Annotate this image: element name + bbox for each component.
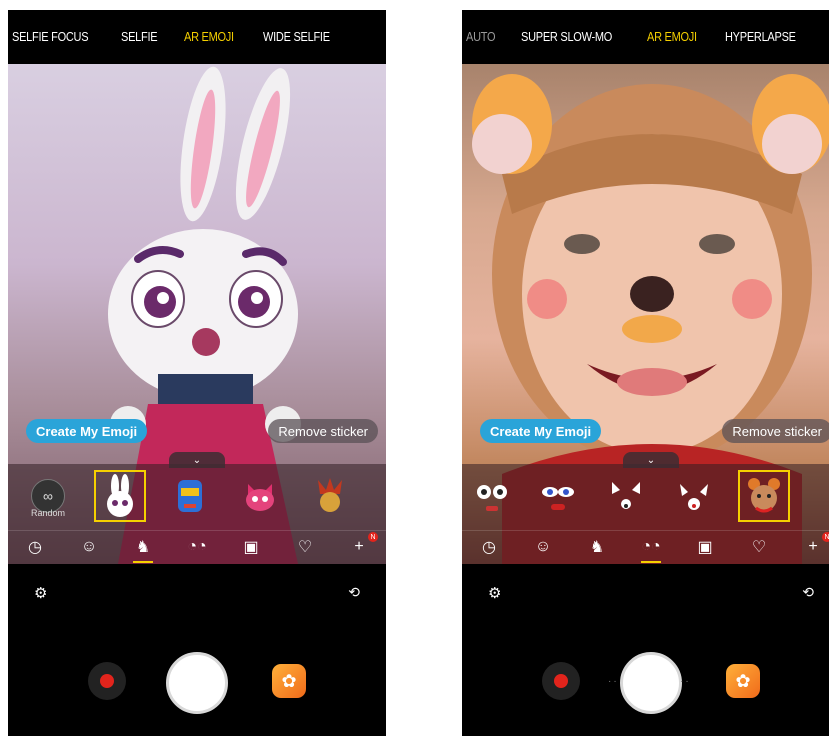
bear-dog-face-icon bbox=[748, 478, 780, 513]
create-my-emoji-button[interactable]: Create My Emoji bbox=[26, 419, 148, 443]
mode-ar-emoji[interactable]: AR EMOJI bbox=[647, 30, 697, 44]
mode-auto[interactable]: AUTO bbox=[466, 30, 496, 44]
round-eyes-face-sticker[interactable] bbox=[466, 470, 518, 522]
right-phone-screen: AUTO SUPER SLOW-MO AR EMOJI HYPERLAPSE C… bbox=[462, 10, 829, 736]
sticker-list: ∞ Random bbox=[8, 470, 386, 528]
camera-viewfinder: Create My Emoji Remove sticker ⌄ ∞ Rando… bbox=[8, 64, 386, 564]
bear-dog-face-sticker[interactable] bbox=[738, 470, 790, 522]
flower-icon: ✿ bbox=[735, 670, 751, 691]
camera-controls: ⚙ ⟲ ·· ·· ✿ bbox=[462, 566, 829, 736]
deer-face-sticker[interactable] bbox=[668, 470, 720, 522]
blue-robot-icon bbox=[178, 480, 202, 512]
create-my-emoji-button[interactable]: Create My Emoji bbox=[480, 419, 602, 443]
mode-ar-emoji[interactable]: AR EMOJI bbox=[184, 30, 234, 44]
gallery-button[interactable]: ✿ bbox=[272, 664, 306, 698]
clock-icon[interactable]: ◷ bbox=[22, 534, 48, 560]
avatar-icon[interactable]: ☺ bbox=[76, 534, 102, 560]
jester-mask-icon bbox=[318, 478, 342, 512]
mode-bar: AUTO SUPER SLOW-MO AR EMOJI HYPERLAPSE bbox=[462, 10, 829, 64]
mode-selfie-focus[interactable]: SELFIE FOCUS bbox=[12, 30, 89, 44]
switch-camera-icon[interactable]: ⟲ bbox=[348, 584, 360, 601]
gallery-button[interactable]: ✿ bbox=[726, 664, 760, 698]
switch-camera-icon[interactable]: ⟲ bbox=[802, 584, 814, 601]
signature-icon[interactable]: ♡ bbox=[292, 534, 318, 560]
pink-cat-icon bbox=[246, 484, 274, 511]
sticker-list bbox=[462, 470, 829, 528]
random-label: Random bbox=[30, 508, 66, 518]
sticker-category-bar: ◷ ☺ ♞ ◔◔ ▣ ♡ + N bbox=[8, 530, 386, 563]
random-sticker-button[interactable]: ∞ Random bbox=[22, 470, 74, 522]
deer-face-icon bbox=[680, 484, 708, 510]
signature-icon[interactable]: ♡ bbox=[746, 534, 772, 560]
dots-divider: ·· bbox=[608, 676, 619, 687]
chevron-down-icon[interactable]: ⌄ bbox=[623, 452, 679, 468]
rabbit-emoji-icon bbox=[107, 474, 133, 517]
gear-icon[interactable]: ⚙ bbox=[34, 584, 47, 602]
left-phone-screen: SELFIE FOCUS SELFIE AR EMOJI WIDE SELFIE bbox=[8, 10, 386, 736]
picture-icon[interactable]: ▣ bbox=[692, 534, 718, 560]
camera-viewfinder: Create My Emoji Remove sticker ⌄ ◷ ☺ ♞ ◔… bbox=[462, 64, 829, 564]
pink-cat-emoji-sticker[interactable] bbox=[234, 470, 286, 522]
chevron-down-icon[interactable]: ⌄ bbox=[169, 452, 225, 468]
sticker-category-bar: ◷ ☺ ♞ ◔◔ ▣ ♡ + N bbox=[462, 530, 829, 563]
dots-divider: ·· bbox=[680, 676, 691, 687]
record-button[interactable] bbox=[542, 662, 580, 700]
gear-icon[interactable]: ⚙ bbox=[488, 584, 501, 602]
jester-mask-emoji-sticker[interactable] bbox=[304, 470, 356, 522]
sleepy-eyes-face-icon bbox=[542, 487, 574, 510]
sticker-tray: ⌄ ◷ ☺ ♞ ◔◔ ▣ ♡ + N bbox=[462, 452, 829, 564]
mode-hyperlapse[interactable]: HYPERLAPSE bbox=[725, 30, 796, 44]
mode-bar: SELFIE FOCUS SELFIE AR EMOJI WIDE SELFIE bbox=[8, 10, 386, 64]
clock-icon[interactable]: ◷ bbox=[476, 534, 502, 560]
mode-wide-selfie[interactable]: WIDE SELFIE bbox=[263, 30, 330, 44]
rabbit-category-icon[interactable]: ♞ bbox=[130, 534, 156, 563]
add-icon[interactable]: + N bbox=[346, 532, 378, 560]
blue-robot-emoji-sticker[interactable] bbox=[164, 470, 216, 522]
white-cat-face-icon bbox=[612, 482, 640, 509]
shutter-button[interactable] bbox=[166, 652, 228, 714]
picture-icon[interactable]: ▣ bbox=[238, 534, 264, 560]
remove-sticker-button[interactable]: Remove sticker bbox=[268, 419, 378, 443]
avatar-icon[interactable]: ☺ bbox=[530, 534, 556, 560]
record-dot-icon bbox=[554, 674, 568, 688]
record-button[interactable] bbox=[88, 662, 126, 700]
record-dot-icon bbox=[100, 674, 114, 688]
sleepy-eyes-face-sticker[interactable] bbox=[532, 470, 584, 522]
remove-sticker-button[interactable]: Remove sticker bbox=[722, 419, 829, 443]
mode-super-slow-mo[interactable]: SUPER SLOW-MO bbox=[521, 30, 612, 44]
rabbit-emoji-sticker[interactable] bbox=[94, 470, 146, 522]
new-badge: N bbox=[822, 532, 829, 542]
new-badge: N bbox=[368, 532, 378, 542]
shutter-button[interactable] bbox=[620, 652, 682, 714]
sticker-tray: ⌄ ∞ Random ◷ ☺ ♞ ◔◔ ▣ ♡ + N bbox=[8, 452, 386, 564]
face-mask-icon[interactable]: ◔◔ bbox=[638, 534, 664, 563]
face-mask-icon[interactable]: ◔◔ bbox=[184, 534, 210, 560]
round-eyes-face-icon bbox=[477, 485, 507, 511]
mode-selfie[interactable]: SELFIE bbox=[121, 30, 158, 44]
camera-controls: ⚙ ⟲ ✿ bbox=[8, 566, 386, 736]
add-icon[interactable]: + N bbox=[800, 532, 829, 560]
flower-icon: ✿ bbox=[281, 670, 297, 691]
rabbit-category-icon[interactable]: ♞ bbox=[584, 534, 610, 560]
white-cat-face-sticker[interactable] bbox=[600, 470, 652, 522]
